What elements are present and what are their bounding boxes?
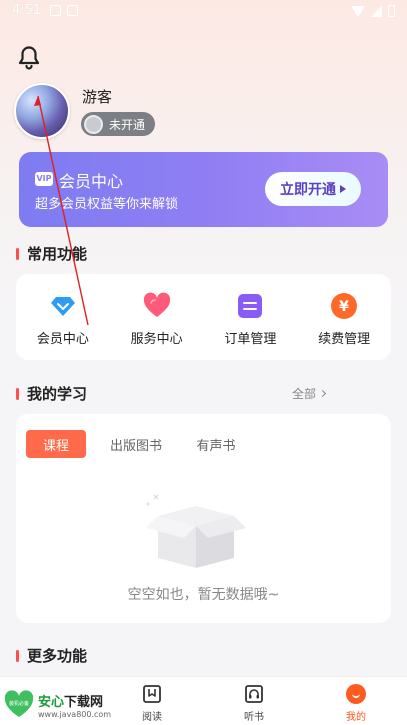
my-study-heading: 我的学习: [16, 383, 87, 404]
study-tabs: 课程 出版图书 有声书: [26, 430, 256, 458]
common-functions-card: 会员中心 服务中心 订单管理 ¥ 续费管理: [16, 274, 391, 360]
func-label: 订单管理: [224, 331, 277, 347]
nav-read[interactable]: 阅读: [132, 684, 172, 723]
activate-vip-button[interactable]: 立即开通: [265, 172, 361, 206]
vip-status-badge[interactable]: 未开通: [81, 112, 155, 136]
headphones-icon: [245, 685, 263, 703]
func-label: 续费管理: [318, 331, 371, 347]
me-icon: [346, 684, 366, 704]
func-service-center[interactable]: 服务中心: [112, 292, 202, 347]
status-bar: 4:51: [0, 0, 407, 24]
watermark-brand-b: 下载网: [64, 694, 104, 710]
system-icons: [351, 5, 395, 17]
notification-icons: [50, 5, 78, 16]
diamond-icon: [50, 296, 75, 316]
func-renewal-management[interactable]: ¥ 续费管理: [299, 292, 389, 347]
empty-box-icon: [146, 494, 246, 568]
member-level-icon: [84, 114, 103, 134]
watermark-logo-text: 装机必备: [9, 700, 29, 707]
my-study-card: 课程 出版图书 有声书 空空如也，暂无数据哦~: [16, 414, 391, 623]
see-all-label: 全部: [291, 387, 316, 401]
section-marker: [16, 387, 19, 400]
bookmark-icon: [143, 685, 161, 703]
vip-card[interactable]: VIP 会员中心 超多会员权益等你来解锁 立即开通: [19, 152, 388, 227]
watermark-logo: 装机必备: [4, 689, 34, 717]
tab-audiobooks[interactable]: 有声书: [176, 430, 256, 458]
tab-published-books[interactable]: 出版图书: [96, 430, 176, 458]
section-marker: [16, 247, 19, 260]
my-study-title: 我的学习: [27, 385, 88, 403]
signal-icon: [371, 5, 382, 17]
bell-icon[interactable]: [16, 43, 42, 71]
vip-card-title: 会员中心: [59, 172, 124, 191]
watermark-brand: 安心下载网: [38, 691, 111, 710]
yen-icon: ¥: [331, 292, 358, 319]
more-functions-heading: 更多功能: [16, 645, 87, 666]
nav-label: 我的: [346, 712, 366, 723]
tab-courses[interactable]: 课程: [26, 430, 86, 458]
username[interactable]: 游客: [82, 86, 112, 107]
func-order-management[interactable]: 订单管理: [205, 292, 295, 347]
watermark: 装机必备 安心下载网 www.java800.com: [0, 684, 130, 725]
nav-me[interactable]: 我的: [336, 684, 376, 723]
chevron-right-icon: [318, 389, 327, 398]
status-time: 4:51: [12, 3, 42, 18]
see-all-link[interactable]: 全部: [291, 385, 327, 402]
vip-badge-icon: VIP: [35, 172, 53, 186]
nav-listen[interactable]: 听书: [234, 684, 274, 723]
common-functions-heading: 常用功能: [16, 243, 87, 264]
watermark-brand-a: 安心: [38, 694, 65, 710]
func-label: 会员中心: [36, 331, 89, 347]
watermark-url: www.java800.com: [38, 709, 112, 719]
section-marker: [16, 649, 19, 662]
nav-label: 阅读: [142, 712, 162, 723]
avatar[interactable]: [14, 83, 70, 139]
watermark-text: 安心下载网 www.java800.com: [38, 691, 111, 719]
order-icon: [238, 293, 263, 318]
heart-icon: [143, 292, 170, 317]
func-label: 服务中心: [130, 331, 183, 347]
common-functions-title: 常用功能: [27, 245, 88, 263]
activate-vip-label: 立即开通: [280, 182, 336, 198]
more-functions-title: 更多功能: [27, 647, 88, 665]
nav-label: 听书: [244, 712, 264, 723]
vip-card-subtitle: 超多会员权益等你来解锁: [35, 197, 179, 212]
notification-icon: [50, 5, 61, 16]
svg-text:¥: ¥: [339, 299, 349, 315]
play-arrow-icon: [340, 185, 346, 193]
battery-icon: [388, 5, 395, 17]
vip-status-label: 未开通: [109, 117, 146, 132]
wifi-icon: [351, 5, 365, 17]
notification-icon: [67, 5, 78, 16]
func-member-center[interactable]: 会员中心: [18, 292, 108, 347]
empty-state-text: 空空如也，暂无数据哦~: [127, 587, 280, 603]
